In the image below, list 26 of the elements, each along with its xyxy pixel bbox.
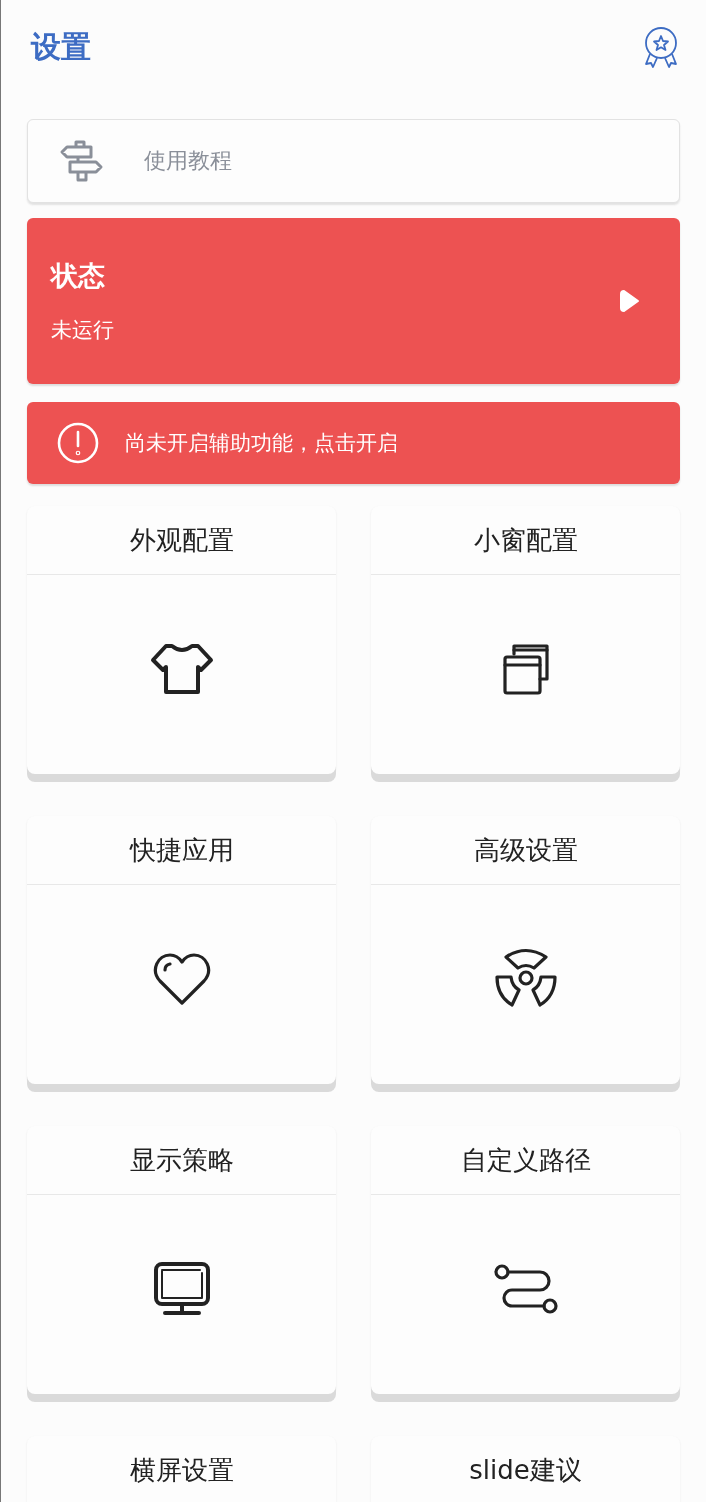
status-card[interactable]: 状态 未运行 [27,218,680,384]
accessibility-warning[interactable]: 尚未开启辅助功能，点击开启 [27,402,680,484]
status-title: 状态 [51,259,106,293]
play-icon[interactable] [620,289,640,313]
signpost-icon [58,140,104,182]
card-title: slide建议 [469,1453,582,1487]
card-title: 快捷应用 [129,833,234,867]
card-title: 横屏设置 [129,1453,234,1487]
shirt-icon [149,642,214,695]
route-icon [492,1262,559,1315]
card-title: 小窗配置 [473,523,578,557]
award-icon[interactable] [642,26,680,68]
alert-icon [57,422,99,464]
heart-icon [152,951,211,1006]
windows-icon [501,641,550,696]
page-title: 设置 [31,27,91,66]
monitor-icon [152,1260,211,1317]
settings-card[interactable]: slide建议 [371,1436,680,1502]
card-title: 外观配置 [129,523,234,557]
card-title: 自定义路径 [460,1143,591,1177]
radiation-icon [493,947,558,1010]
settings-card[interactable]: 横屏设置 [27,1436,336,1502]
warning-text: 尚未开启辅助功能，点击开启 [125,430,398,457]
card-title: 显示策略 [129,1143,234,1177]
card-title: 高级设置 [473,833,578,867]
status-text: 未运行 [51,317,114,344]
